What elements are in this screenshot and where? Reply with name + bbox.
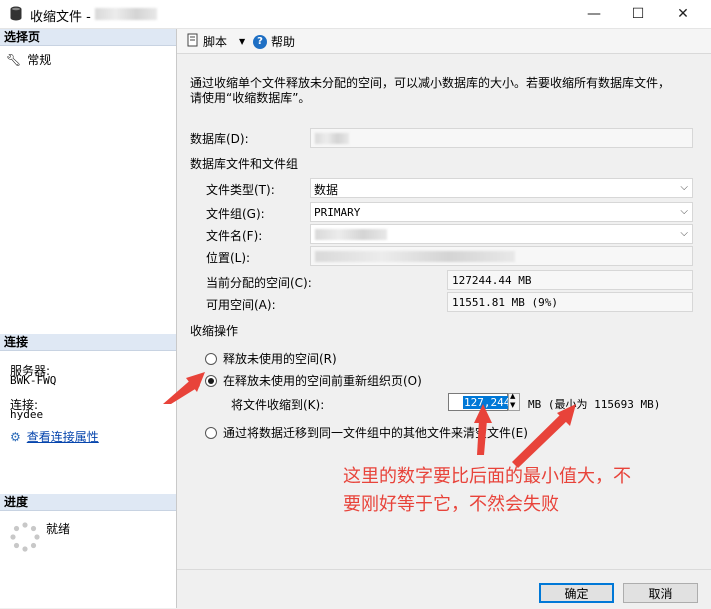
button-bar: 确定 取消 <box>177 569 711 609</box>
arrow-to-input <box>477 420 487 455</box>
annotation-line-2: 要刚好等于它，不然会失败 <box>343 494 559 515</box>
annotation-line-1: 这里的数字要比后面的最小值大，不 <box>343 466 631 487</box>
cancel-button[interactable]: 取消 <box>623 583 698 603</box>
ok-button[interactable]: 确定 <box>539 583 614 603</box>
arrow-to-min <box>512 412 569 468</box>
annotation-text: 这里的数字要比后面的最小值大，不 要刚好等于它，不然会失败 <box>343 463 703 519</box>
arrow-to-input-head <box>474 404 492 423</box>
